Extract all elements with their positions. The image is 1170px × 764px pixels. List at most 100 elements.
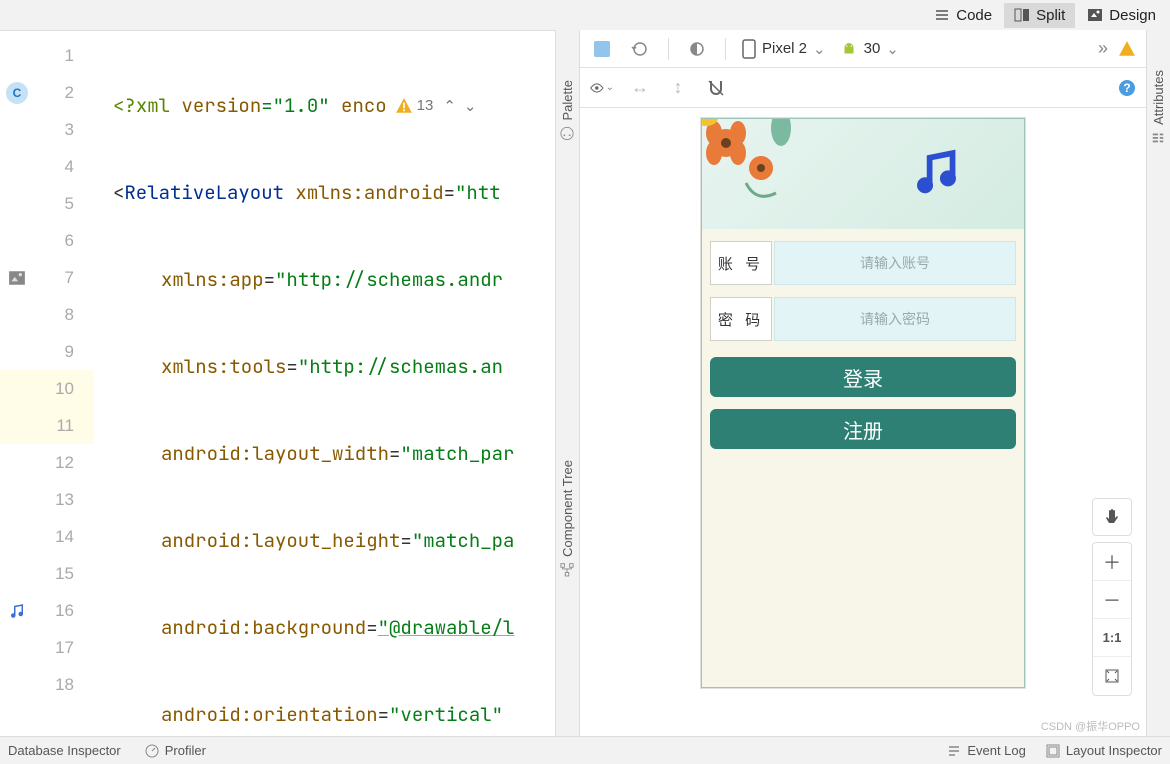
toolbar2-help: ?	[1118, 79, 1136, 97]
login-button[interactable]: 登录	[710, 357, 1016, 397]
chevron-down-icon: ⌄	[886, 40, 899, 58]
tab-design-label: Design	[1109, 7, 1156, 24]
more-icon[interactable]: »	[1098, 38, 1108, 59]
design-surface-icon[interactable]	[590, 37, 614, 61]
database-inspector-tab[interactable]: Database Inspector	[8, 743, 121, 758]
gutter-2[interactable]: C 2	[0, 74, 94, 111]
orientation-icon[interactable]	[628, 37, 652, 61]
code-line-5: android:layout_width="match_par	[95, 435, 555, 472]
music-annotation-icon[interactable]	[6, 600, 28, 622]
gutter-15[interactable]: 15	[0, 555, 94, 592]
attributes-tab[interactable]: Attributes	[1151, 70, 1166, 145]
gutter-11[interactable]: 11	[0, 407, 94, 444]
image-annotation-icon[interactable]	[6, 267, 28, 289]
arrows-h-icon[interactable]: ↔	[628, 76, 652, 100]
gutter-18[interactable]: 18	[0, 666, 94, 703]
layout-inspector-tab[interactable]: Layout Inspector	[1046, 743, 1162, 758]
gutter-12[interactable]: 12	[0, 444, 94, 481]
profiler-icon	[145, 744, 159, 758]
eye-icon[interactable]: ⌄	[590, 76, 614, 100]
preview-toolbar-2: ⌄ ↔ ↕ ?	[580, 68, 1146, 108]
code-icon	[934, 7, 950, 23]
tab-split-label: Split	[1036, 7, 1065, 24]
chevron-down-icon[interactable]: ⌄	[464, 97, 477, 115]
tab-code-label: Code	[956, 7, 992, 24]
gutter-7[interactable]: 7	[0, 259, 94, 296]
chevron-down-icon: ⌄	[813, 40, 826, 58]
warning-icon	[395, 97, 413, 115]
flower-decoration-icon	[701, 118, 816, 213]
magnet-icon[interactable]	[704, 76, 728, 100]
tab-split[interactable]: Split	[1004, 3, 1075, 28]
device-selector[interactable]: Pixel 2 ⌄	[742, 39, 826, 59]
svg-text:?: ?	[1123, 81, 1130, 95]
android-icon	[840, 40, 858, 58]
gutter-6[interactable]: 6	[0, 222, 94, 259]
code-text-area[interactable]: <?xml version="1.0" enco 13 ⌃ ⌄ <Relativ…	[95, 31, 555, 736]
gutter-8[interactable]: 8	[0, 296, 94, 333]
preview-pane: Pixel 2 ⌄ 30 ⌄ » ⌄ ↔ ↕	[579, 30, 1146, 736]
music-note-icon	[909, 144, 964, 199]
zoom-11-button[interactable]: 1:1	[1093, 619, 1131, 657]
register-button[interactable]: 注册	[710, 409, 1016, 449]
main-area: 1 C 2 3 4 5 6 7 8 9 10 11 12 13 14 15	[0, 30, 1170, 736]
pan-button[interactable]	[1092, 498, 1132, 536]
password-input[interactable]: 请输入密码	[774, 297, 1016, 341]
separator	[668, 38, 669, 60]
bottom-toolbar: Database Inspector Profiler Event Log La…	[0, 736, 1170, 764]
help-icon[interactable]: ?	[1118, 79, 1136, 97]
event-log-tab[interactable]: Event Log	[947, 743, 1026, 758]
toolbar-overflow: »	[1098, 38, 1136, 59]
tab-code[interactable]: Code	[924, 3, 1002, 28]
arrows-v-icon[interactable]: ↕	[666, 76, 690, 100]
account-label: 账 号	[710, 241, 772, 285]
palette-icon	[561, 126, 575, 140]
gutter-17[interactable]: 17	[0, 629, 94, 666]
class-annotation-icon[interactable]: C	[6, 82, 28, 104]
code-line-3: xmlns:app="http://schemas.andr	[95, 261, 555, 298]
attributes-side-tab: Attributes	[1146, 30, 1170, 736]
code-line-8: android:orientation="vertical"	[95, 696, 555, 733]
code-line-7: android:background="@drawable/l	[95, 609, 555, 646]
phone-header-image	[702, 119, 1024, 229]
account-row: 账 号 请输入账号	[710, 241, 1016, 285]
chevron-up-icon[interactable]: ⌃	[443, 97, 456, 115]
split-icon	[1014, 7, 1030, 23]
zoom-controls: ＋ － 1:1	[1092, 542, 1132, 696]
gutter-9[interactable]: 9	[0, 333, 94, 370]
warning-icon[interactable]	[1118, 40, 1136, 58]
phone-icon	[742, 39, 756, 59]
password-label: 密 码	[710, 297, 772, 341]
palette-tab[interactable]: Palette	[560, 80, 575, 140]
code-line-1: <?xml version="1.0" enco 13 ⌃ ⌄	[95, 87, 555, 124]
gutter-3[interactable]: 3	[0, 111, 94, 148]
profiler-tab[interactable]: Profiler	[145, 743, 206, 758]
warnings-indicator[interactable]: 13 ⌃ ⌄	[395, 97, 477, 115]
preview-canvas[interactable]: 账 号 请输入账号 密 码 请输入密码 登录 注册 ＋ － 1:1	[580, 108, 1146, 736]
api-selector[interactable]: 30 ⌄	[840, 40, 899, 58]
gutter-16[interactable]: 16	[0, 592, 94, 629]
gutter-1[interactable]: 1	[0, 37, 94, 74]
event-log-icon	[947, 744, 961, 758]
gutter-13[interactable]: 13	[0, 481, 94, 518]
code-line-6: android:layout_height="match_pa	[95, 522, 555, 559]
gutter-5[interactable]: 5	[0, 185, 94, 222]
gutter-14[interactable]: 14	[0, 518, 94, 555]
account-input[interactable]: 请输入账号	[774, 241, 1016, 285]
component-tree-tab[interactable]: Component Tree	[560, 460, 575, 577]
night-mode-icon[interactable]	[685, 37, 709, 61]
gutter-4[interactable]: 4	[0, 148, 94, 185]
tree-icon	[561, 563, 575, 577]
zoom-fit-button[interactable]	[1093, 657, 1131, 695]
gutter-10[interactable]: 10	[0, 370, 94, 407]
code-line-4: xmlns:tools="http://schemas.an	[95, 348, 555, 385]
tab-design[interactable]: Design	[1077, 3, 1166, 28]
zoom-out-button[interactable]: －	[1093, 581, 1131, 619]
phone-mockup: 账 号 请输入账号 密 码 请输入密码 登录 注册	[701, 118, 1025, 688]
view-mode-tabs: Code Split Design	[924, 0, 1170, 30]
zoom-in-button[interactable]: ＋	[1093, 543, 1131, 581]
palette-side-tab: Palette Component Tree	[555, 30, 579, 736]
code-line-2: <RelativeLayout xmlns:android="htt	[95, 174, 555, 211]
hand-icon	[1102, 507, 1122, 527]
preview-toolbar-1: Pixel 2 ⌄ 30 ⌄ »	[580, 30, 1146, 68]
